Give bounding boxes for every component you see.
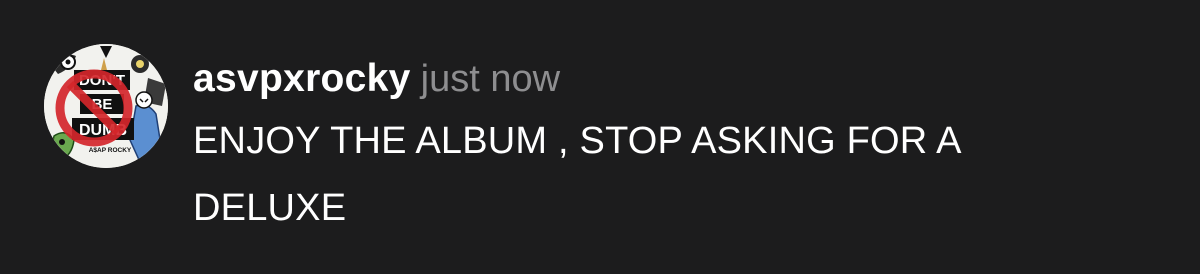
username-link[interactable]: asvpxrocky [193, 57, 411, 100]
svg-text:A$AP ROCKY: A$AP ROCKY [89, 147, 132, 154]
user-avatar[interactable]: DON'T BE DUMB A$AP ROCKY [44, 44, 168, 168]
message-text: ENJOY THE ALBUM , STOP ASKING FOR A DELU… [193, 108, 1153, 242]
message-line-2: DELUXE [193, 187, 347, 229]
album-cover-avatar-icon: DON'T BE DUMB A$AP ROCKY [44, 44, 168, 168]
timestamp: just now [420, 58, 561, 100]
post-header: asvpxrocky just now [193, 54, 1153, 104]
post-item: DON'T BE DUMB A$AP ROCKY asvpxrocky just … [0, 0, 1200, 274]
post-content: asvpxrocky just now ENJOY THE ALBUM , STO… [193, 54, 1153, 242]
message-line-1: ENJOY THE ALBUM , STOP ASKING FOR A [193, 120, 962, 162]
